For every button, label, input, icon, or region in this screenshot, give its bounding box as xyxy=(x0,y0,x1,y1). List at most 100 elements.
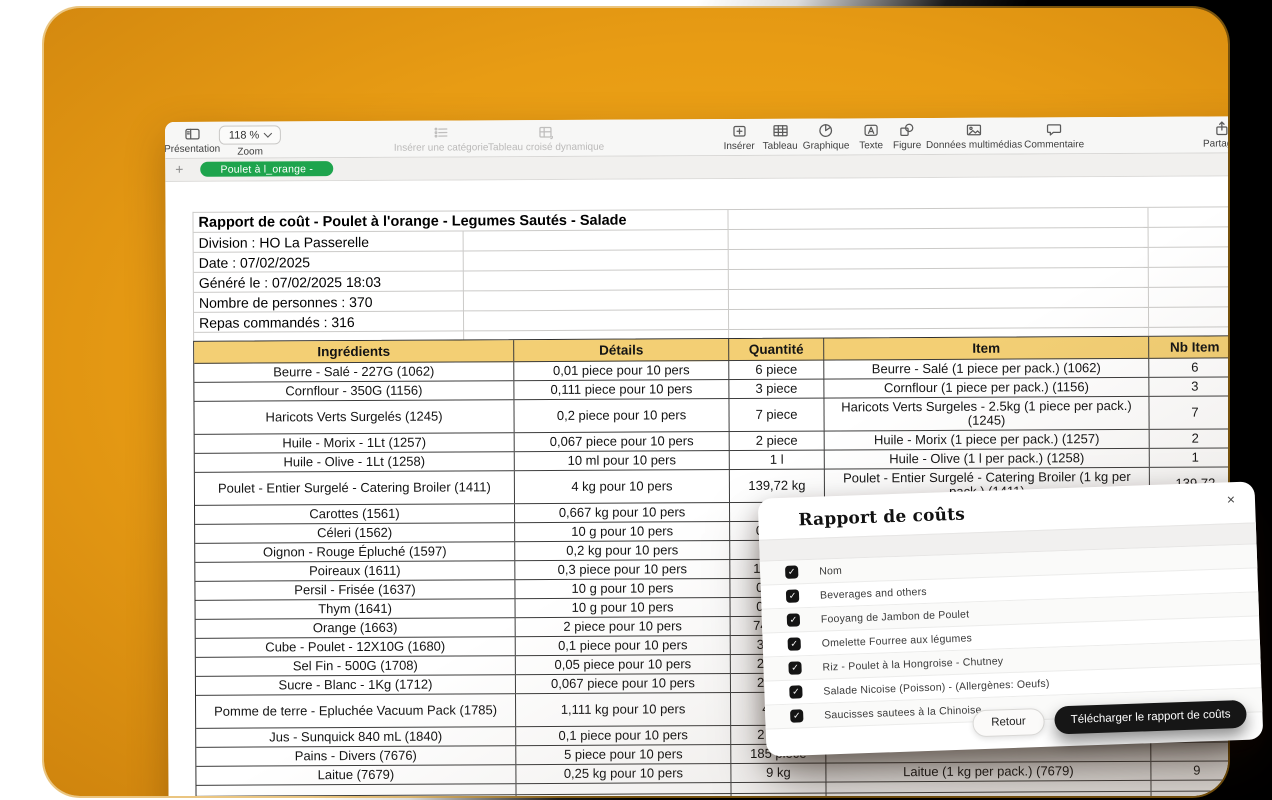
spreadsheet-cell[interactable]: 0,01 piece pour 10 pers xyxy=(514,361,729,380)
spreadsheet-cell[interactable]: 2 piece xyxy=(730,432,825,450)
spreadsheet-cell[interactable]: 3 xyxy=(1149,377,1228,395)
spreadsheet-cell[interactable]: 2 xyxy=(1150,429,1228,447)
spreadsheet-cell[interactable]: Pains - Divers (7676) xyxy=(196,746,516,766)
spreadsheet-cell[interactable] xyxy=(1149,307,1228,327)
spreadsheet-cell[interactable]: Sucre - Blanc - 1Kg (1712) xyxy=(196,675,516,695)
spreadsheet-cell[interactable] xyxy=(464,290,729,311)
spreadsheet-cell[interactable]: Huile - Morix (1 piece per pack.) (1257) xyxy=(825,430,1150,450)
spreadsheet-cell[interactable]: Haricots Verts Surgeles - 2.5kg (1 piece… xyxy=(824,397,1149,431)
checkbox-checked[interactable]: ✓ xyxy=(786,589,799,602)
spreadsheet-cell[interactable]: 0,067 piece pour 10 pers xyxy=(515,432,730,451)
spreadsheet-cell[interactable] xyxy=(1149,227,1228,247)
table-button[interactable]: Tableau xyxy=(762,123,797,152)
spreadsheet-cell[interactable]: 0,111 piece pour 10 pers xyxy=(514,380,729,399)
add-sheet-button[interactable]: + xyxy=(175,161,183,177)
spreadsheet-cell[interactable] xyxy=(1148,207,1228,227)
spreadsheet-cell[interactable]: Thym (1641) xyxy=(196,599,516,619)
spreadsheet-cell[interactable]: Repas commandés : 316 xyxy=(194,311,464,332)
spreadsheet-cell[interactable]: 0,25 kg pour 10 pers xyxy=(516,764,731,783)
insert-button[interactable]: Insérer xyxy=(723,123,754,152)
spreadsheet-cell[interactable]: Huile - Olive (1 l per pack.) (1258) xyxy=(825,449,1150,469)
spreadsheet-cell[interactable]: Beurre - Salé - 227G (1062) xyxy=(194,362,514,382)
spreadsheet-cell[interactable] xyxy=(732,794,827,796)
pivot-table-button[interactable]: Tableau croisé dynamique xyxy=(488,124,604,154)
spreadsheet-cell[interactable]: 0,1 piece pour 10 pers xyxy=(516,636,731,655)
text-button[interactable]: Texte xyxy=(859,122,883,151)
spreadsheet-cell[interactable]: 10 g pour 10 pers xyxy=(515,579,730,598)
spreadsheet-cell[interactable] xyxy=(196,784,516,796)
spreadsheet-cell[interactable] xyxy=(464,230,729,251)
spreadsheet-cell[interactable]: Cornflour (1 piece per pack.) (1156) xyxy=(824,378,1149,398)
spreadsheet-cell[interactable]: 5 piece pour 10 pers xyxy=(516,745,731,764)
spreadsheet-cell[interactable]: Généré le : 07/02/2025 18:03 xyxy=(194,271,464,292)
spreadsheet-cell[interactable]: Huile - Morix - 1Lt (1257) xyxy=(195,433,515,453)
spreadsheet-cell[interactable]: Quantité xyxy=(729,339,824,360)
spreadsheet-cell[interactable]: Céleri (1562) xyxy=(195,523,515,543)
spreadsheet-cell[interactable]: Pomme de terre - Epluchée Vacuum Pack (1… xyxy=(196,694,516,728)
spreadsheet-cell[interactable]: 0,067 piece pour 10 pers xyxy=(516,674,731,693)
spreadsheet-cell[interactable]: Laitue (7679) xyxy=(196,765,516,785)
sheet-tab-active[interactable]: Poulet à l_orange - xyxy=(200,161,333,177)
spreadsheet-cell[interactable]: 0,667 kg pour 10 pers xyxy=(515,503,730,522)
spreadsheet-cell[interactable] xyxy=(827,792,1152,796)
spreadsheet-cell[interactable]: Item xyxy=(824,337,1149,360)
media-button[interactable]: Données multimédias xyxy=(926,122,1022,152)
spreadsheet-cell[interactable]: Carottes (1561) xyxy=(195,504,515,524)
checkbox-checked[interactable]: ✓ xyxy=(788,661,801,674)
zoom-control[interactable]: 118 % Zoom xyxy=(219,125,282,157)
spreadsheet-cell[interactable] xyxy=(729,248,1149,270)
checkbox-checked[interactable]: ✓ xyxy=(790,709,803,722)
spreadsheet-cell[interactable] xyxy=(1149,287,1228,307)
spreadsheet-cell[interactable] xyxy=(1152,791,1228,796)
spreadsheet-cell[interactable]: 3 piece xyxy=(729,380,824,398)
spreadsheet-cell[interactable]: Nombre de personnes : 370 xyxy=(194,291,464,312)
shape-button[interactable]: Figure xyxy=(893,122,922,151)
spreadsheet-cell[interactable] xyxy=(729,268,1149,290)
spreadsheet-cell[interactable] xyxy=(464,310,729,331)
spreadsheet-cell[interactable]: 4 kg pour 10 pers xyxy=(515,470,730,503)
spreadsheet-cell[interactable]: 10 g pour 10 pers xyxy=(515,522,730,541)
download-report-button[interactable]: Télécharger le rapport de coûts xyxy=(1054,700,1247,735)
spreadsheet-cell[interactable]: Cube - Poulet - 12X10G (1680) xyxy=(196,637,516,657)
spreadsheet-cell[interactable]: Huile - Olive - 1Lt (1258) xyxy=(195,452,515,472)
spreadsheet-cell[interactable]: 9 xyxy=(1151,761,1228,779)
spreadsheet-cell[interactable]: Ingrédients xyxy=(194,340,514,363)
spreadsheet-cell[interactable] xyxy=(729,288,1149,310)
checkbox-checked[interactable]: ✓ xyxy=(787,613,800,626)
spreadsheet-cell[interactable]: 7 piece xyxy=(729,399,824,431)
spreadsheet-cell[interactable]: 1 l xyxy=(730,451,825,469)
spreadsheet-cell[interactable] xyxy=(1151,742,1228,760)
spreadsheet-cell[interactable]: 0,3 piece pour 10 pers xyxy=(515,560,730,579)
spreadsheet-cell[interactable] xyxy=(464,250,729,271)
spreadsheet-cell[interactable]: Oignon - Rouge Épluché (1597) xyxy=(195,542,515,562)
spreadsheet-cell[interactable]: 9 kg xyxy=(731,764,826,782)
spreadsheet-cell[interactable]: 10 g pour 10 pers xyxy=(516,598,731,617)
spreadsheet-cell[interactable]: 1,111 kg pour 10 pers xyxy=(516,693,731,726)
spreadsheet-cell[interactable] xyxy=(729,308,1149,330)
checkbox-checked[interactable]: ✓ xyxy=(788,637,801,650)
spreadsheet-cell[interactable]: Division : HO La Passerelle xyxy=(194,231,464,252)
spreadsheet-cell[interactable] xyxy=(1151,780,1228,790)
spreadsheet-cell[interactable] xyxy=(731,783,826,793)
checkbox-checked[interactable]: ✓ xyxy=(789,685,802,698)
checkbox-checked[interactable]: ✓ xyxy=(785,565,798,578)
spreadsheet-cell[interactable]: Date : 07/02/2025 xyxy=(194,251,464,272)
spreadsheet-cell[interactable]: 6 xyxy=(1149,358,1228,376)
spreadsheet-cell[interactable] xyxy=(729,228,1149,250)
spreadsheet-cell[interactable]: 0,1 piece pour 10 pers xyxy=(516,726,731,745)
spreadsheet-cell[interactable]: 2 piece pour 10 pers xyxy=(516,617,731,636)
spreadsheet-cell[interactable]: 0,05 piece pour 10 pers xyxy=(516,655,731,674)
spreadsheet-cell[interactable]: Poireaux (1611) xyxy=(195,561,515,581)
spreadsheet-cell[interactable]: 7 xyxy=(1149,396,1228,428)
spreadsheet-cell[interactable] xyxy=(728,208,1148,230)
chart-button[interactable]: Graphique xyxy=(803,122,850,151)
spreadsheet-cell[interactable]: Orange (1663) xyxy=(196,618,516,638)
spreadsheet-cell[interactable]: Rapport de coût - Poulet à l'orange - Le… xyxy=(193,210,728,233)
presentation-button[interactable]: Présentation xyxy=(165,126,220,155)
spreadsheet-cell[interactable] xyxy=(464,270,729,291)
back-button[interactable]: Retour xyxy=(972,707,1045,737)
spreadsheet-cell[interactable]: Nb Item xyxy=(1149,336,1228,357)
spreadsheet-cell[interactable]: Persil - Frisée (1637) xyxy=(195,580,515,600)
spreadsheet-cell[interactable]: 10 ml pour 10 pers xyxy=(515,451,730,470)
spreadsheet-cell[interactable]: Détails xyxy=(514,339,729,361)
